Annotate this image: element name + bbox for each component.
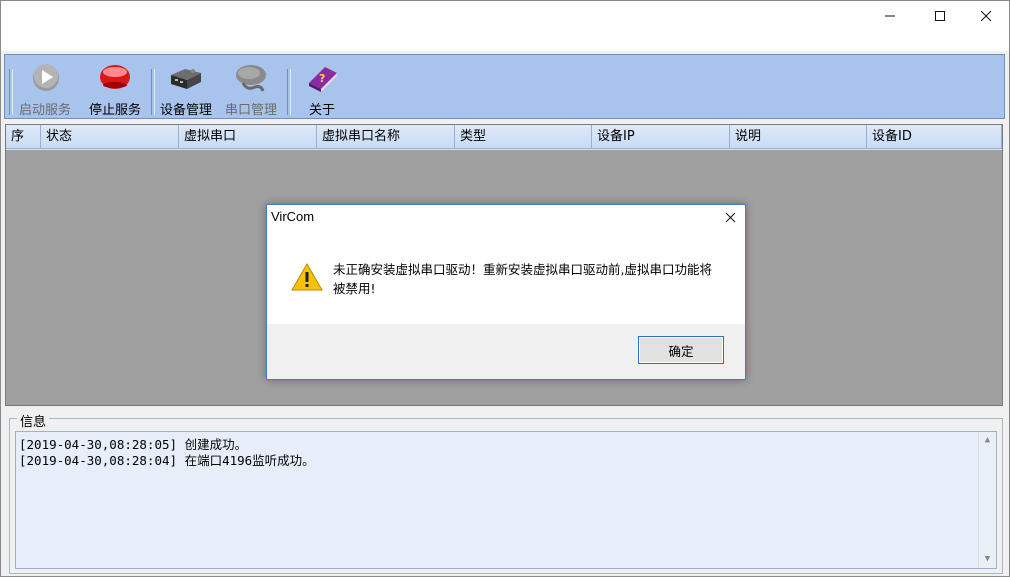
device-manage-label: 设备管理 [159,103,212,118]
dialog-footer: 确定 [267,324,745,379]
minimize-button[interactable] [867,1,913,31]
close-icon [980,10,992,22]
about-label: 关于 [308,103,335,118]
serial-port-icon [236,65,266,92]
info-log[interactable]: [2019-04-30,08:28:05] 创建成功。 [2019-04-30,… [15,431,997,569]
column-header-virtual-port-name[interactable]: 虚拟串口名称 [317,125,455,149]
ok-button[interactable]: 确定 [638,336,724,364]
column-header-status[interactable]: 状态 [41,125,179,149]
vertical-scrollbar[interactable]: ▲ ▼ [978,432,996,568]
maximize-button[interactable] [917,1,963,31]
start-service-label: 启动服务 [18,103,71,118]
column-header-device-ip[interactable]: 设备IP [592,125,730,149]
column-header-type[interactable]: 类型 [455,125,592,149]
title-bar [1,1,1009,51]
port-manage-label: 串口管理 [224,103,277,118]
device-manage-button[interactable]: 设备管理 [155,55,217,118]
column-header-index[interactable]: 序 [6,125,41,149]
close-button[interactable] [963,1,1009,31]
stop-service-button[interactable]: 停止服务 [81,55,149,118]
column-header-description[interactable]: 说明 [730,125,867,149]
stop-icon [100,65,130,89]
app-window: 启动服务 停止服务 设备管理 串口管理 ? 关于 序 状态 虚拟串口 虚拟串口名… [0,0,1010,577]
port-manage-button[interactable]: 串口管理 [219,55,283,118]
scroll-down-icon[interactable]: ▼ [979,551,996,568]
scroll-up-icon[interactable]: ▲ [979,432,996,449]
column-header-device-id[interactable]: 设备ID [867,125,1002,149]
minimize-icon [885,15,895,17]
log-line: [2019-04-30,08:28:04] 在端口4196监听成功。 [19,453,315,468]
toolbar-separator [287,69,291,115]
play-icon [33,64,59,91]
maximize-icon [935,11,945,21]
help-book-icon: ? [309,67,337,92]
start-service-button[interactable]: 启动服务 [13,55,77,118]
svg-text:?: ? [319,72,325,85]
device-icon [171,69,201,89]
list-header: 序 状态 虚拟串口 虚拟串口名称 类型 设备IP 说明 设备ID [6,125,1002,150]
warning-icon [291,263,323,291]
dialog-title: VirCom [271,209,315,224]
toolbar: 启动服务 停止服务 设备管理 串口管理 ? 关于 [4,54,1005,119]
dialog-message: 未正确安装虚拟串口驱动！重新安装虚拟串口驱动前,虚拟串口功能将被禁用! [333,262,712,296]
dialog-close-button[interactable] [715,205,745,229]
close-icon [725,212,735,222]
column-header-virtual-port[interactable]: 虚拟串口 [179,125,317,149]
info-group-label: 信息 [17,411,50,430]
about-button[interactable]: ? 关于 [293,55,351,118]
warning-dialog: VirCom 未正确安装虚拟串口驱动！重新安装虚拟串口驱动前,虚拟串口功能将被禁… [266,204,746,380]
stop-service-label: 停止服务 [88,103,141,118]
